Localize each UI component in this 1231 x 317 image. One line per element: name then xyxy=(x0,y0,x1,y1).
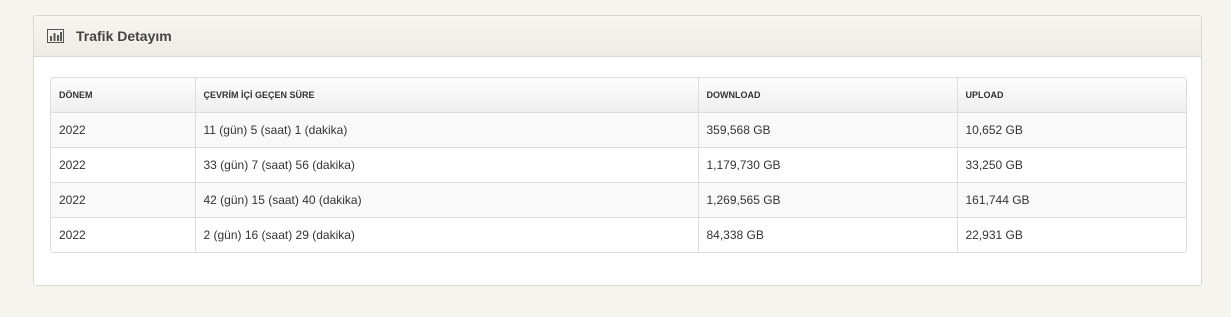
table-row: 2022 2 (gün) 16 (saat) 29 (dakika) 84,33… xyxy=(51,216,1186,252)
traffic-table-wrapper: DÖNEM ÇEVRİM İÇİ GEÇEN SÜRE DOWNLOAD UPL… xyxy=(50,77,1187,253)
panel-header: Trafik Detayım xyxy=(34,16,1201,57)
column-header-online-time: ÇEVRİM İÇİ GEÇEN SÜRE xyxy=(195,78,699,113)
traffic-detail-panel: Trafik Detayım DÖNEM ÇEVRİM İÇİ GEÇEN SÜ… xyxy=(33,15,1202,286)
cell-online-time: 2 (gün) 16 (saat) 29 (dakika) xyxy=(195,216,699,252)
cell-period: 2022 xyxy=(51,112,196,147)
cell-download: 1,269,565 GB xyxy=(698,181,958,217)
cell-period: 2022 xyxy=(51,181,196,217)
cell-download: 1,179,730 GB xyxy=(698,146,958,182)
column-header-download: DOWNLOAD xyxy=(698,78,958,113)
column-header-period: DÖNEM xyxy=(51,78,196,113)
cell-upload: 22,931 GB xyxy=(957,216,1186,252)
panel-title: Trafik Detayım xyxy=(76,28,172,44)
cell-upload: 33,250 GB xyxy=(957,146,1186,182)
cell-online-time: 42 (gün) 15 (saat) 40 (dakika) xyxy=(195,181,699,217)
cell-download: 359,568 GB xyxy=(698,112,958,147)
column-header-upload: UPLOAD xyxy=(957,78,1186,113)
cell-online-time: 11 (gün) 5 (saat) 1 (dakika) xyxy=(195,112,699,147)
traffic-table: DÖNEM ÇEVRİM İÇİ GEÇEN SÜRE DOWNLOAD UPL… xyxy=(51,78,1186,252)
cell-upload: 10,652 GB xyxy=(957,112,1186,147)
table-row: 2022 42 (gün) 15 (saat) 40 (dakika) 1,26… xyxy=(51,181,1186,217)
cell-download: 84,338 GB xyxy=(698,216,958,252)
cell-period: 2022 xyxy=(51,146,196,182)
table-header-row: DÖNEM ÇEVRİM İÇİ GEÇEN SÜRE DOWNLOAD UPL… xyxy=(51,78,1186,113)
table-row: 2022 11 (gün) 5 (saat) 1 (dakika) 359,56… xyxy=(51,112,1186,147)
cell-online-time: 33 (gün) 7 (saat) 56 (dakika) xyxy=(195,146,699,182)
bar-chart-icon xyxy=(47,29,64,43)
cell-upload: 161,744 GB xyxy=(957,181,1186,217)
table-row: 2022 33 (gün) 7 (saat) 56 (dakika) 1,179… xyxy=(51,146,1186,182)
cell-period: 2022 xyxy=(51,216,196,252)
